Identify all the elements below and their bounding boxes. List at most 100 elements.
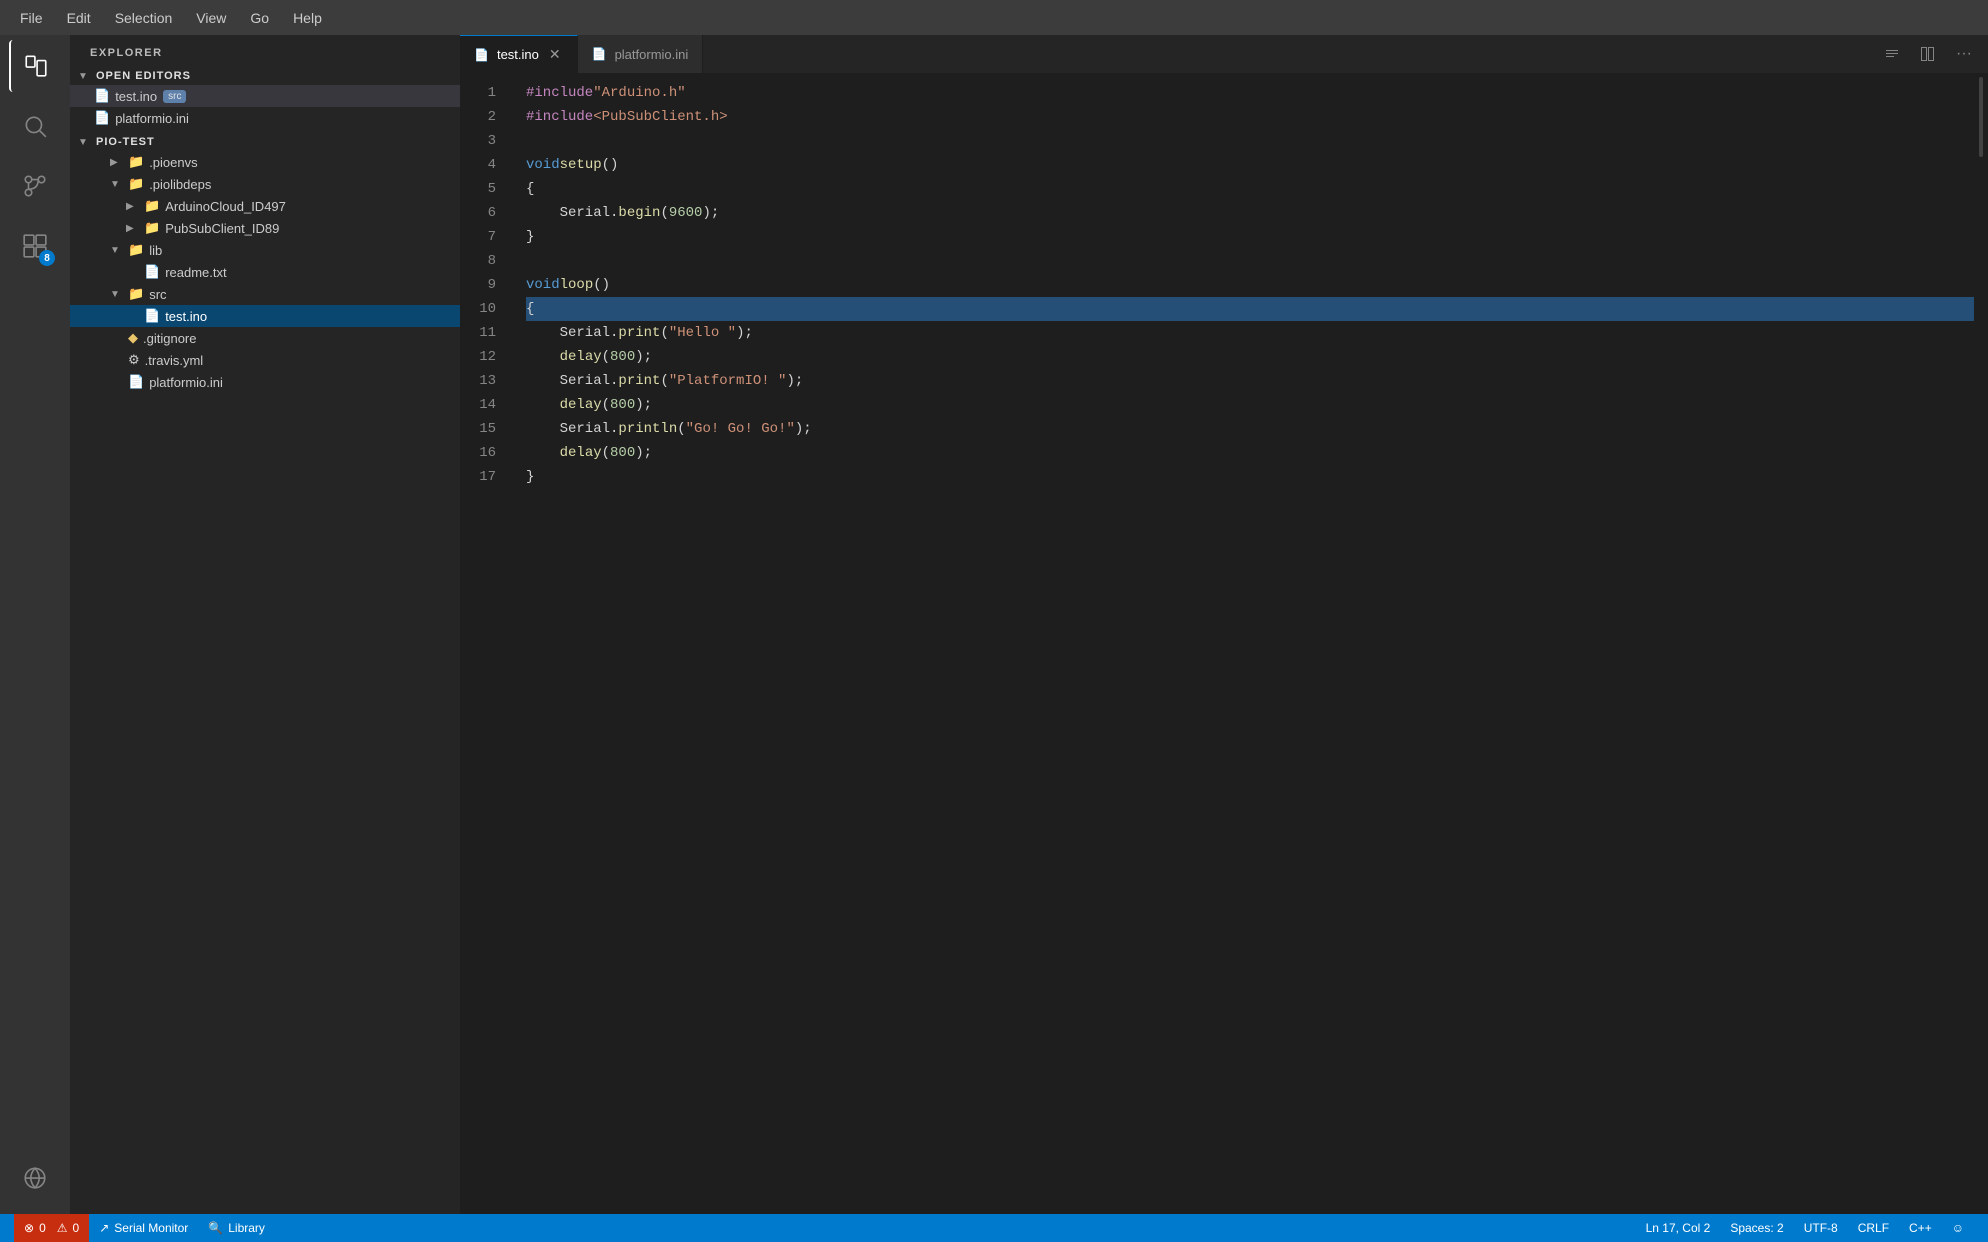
tab-actions: ··· xyxy=(1868,35,1988,73)
tab-platformio-ini[interactable]: 📄 platformio.ini xyxy=(578,35,704,73)
error-count: 0 xyxy=(39,1221,46,1235)
status-smiley[interactable]: ☺ xyxy=(1942,1214,1974,1242)
ellipsis-icon: ··· xyxy=(1956,45,1972,63)
split-editor-action[interactable] xyxy=(1914,40,1942,68)
search-status-icon: 🔍 xyxy=(208,1221,223,1235)
warning-icon: ⚠ xyxy=(57,1221,68,1235)
source-control-activity-icon[interactable] xyxy=(9,160,61,212)
serial-monitor-icon: ↗ xyxy=(99,1221,109,1235)
open-editor-test-ino-name: test.ino xyxy=(115,89,157,104)
folder-icon: 📁 xyxy=(144,220,160,236)
travis-file[interactable]: ▶ ⚙ .travis.yml xyxy=(70,349,460,371)
platformio-ini-name: platformio.ini xyxy=(149,375,223,390)
search-activity-icon[interactable] xyxy=(9,100,61,152)
line-numbers: 1 2 3 4 5 6 7 8 9 10 11 12 13 14 15 16 1… xyxy=(460,73,510,1214)
open-editors-section[interactable]: ▼ OPEN EDITORS xyxy=(70,67,460,85)
tab-test-ino-close[interactable]: ✕ xyxy=(547,44,563,65)
lib-name: lib xyxy=(149,243,162,258)
status-serial-monitor[interactable]: ↗ Serial Monitor xyxy=(89,1214,198,1242)
pio-test-section[interactable]: ▼ PIO-TEST xyxy=(70,133,460,151)
main-layout: 8 EXPLORER ▼ OPEN EDITORS 📄 test.ino src… xyxy=(0,35,1988,1214)
open-editors-tab-action[interactable] xyxy=(1878,40,1906,68)
extensions-activity-icon[interactable]: 8 xyxy=(9,220,61,272)
status-language[interactable]: C++ xyxy=(1899,1214,1942,1242)
open-editor-test-ino[interactable]: 📄 test.ino src xyxy=(70,85,460,107)
code-line-13: Serial.print("PlatformIO! "); xyxy=(526,369,1974,393)
readme-file[interactable]: ▶ 📄 readme.txt xyxy=(70,261,460,283)
folder-icon: 📁 xyxy=(128,176,144,192)
arduino-cloud-name: ArduinoCloud_ID497 xyxy=(165,199,286,214)
status-library[interactable]: 🔍 Library xyxy=(198,1214,275,1242)
menu-help[interactable]: Help xyxy=(283,6,332,30)
code-line-16: delay(800); xyxy=(526,441,1974,465)
code-line-2: #include <PubSubClient.h> xyxy=(526,105,1974,129)
status-position[interactable]: Ln 17, Col 2 xyxy=(1636,1214,1721,1242)
status-spaces[interactable]: Spaces: 2 xyxy=(1720,1214,1793,1242)
status-line-ending[interactable]: CRLF xyxy=(1848,1214,1899,1242)
src-folder[interactable]: ▼ 📁 src xyxy=(70,283,460,305)
pubsubclient-folder[interactable]: ▶ 📁 PubSubClient_ID89 xyxy=(70,217,460,239)
library-label: Library xyxy=(228,1221,265,1235)
extensions-badge: 8 xyxy=(39,250,55,266)
menu-go[interactable]: Go xyxy=(240,6,279,30)
explorer-activity-icon[interactable] xyxy=(9,40,61,92)
code-line-8 xyxy=(526,249,1974,273)
pubsubclient-name: PubSubClient_ID89 xyxy=(165,221,279,236)
spaces-label: Spaces: 2 xyxy=(1730,1221,1783,1235)
lib-folder[interactable]: ▼ 📁 lib xyxy=(70,239,460,261)
pio-test-label: PIO-TEST xyxy=(96,136,155,148)
src-tag: src xyxy=(163,90,186,103)
status-errors[interactable]: ⊗ 0 ⚠ 0 xyxy=(14,1214,89,1242)
more-actions[interactable]: ··· xyxy=(1950,40,1978,68)
sidebar-header: EXPLORER xyxy=(70,35,460,67)
code-line-14: delay(800); xyxy=(526,393,1974,417)
remote-activity-icon[interactable] xyxy=(9,1152,61,1204)
platformio-ini-file[interactable]: ▶ 📄 platformio.ini xyxy=(70,371,460,393)
lib-chevron: ▼ xyxy=(110,245,126,256)
diamond-icon: ◆ xyxy=(128,330,138,346)
code-line-10: { xyxy=(526,297,1974,321)
gitignore-file[interactable]: ▶ ◆ .gitignore xyxy=(70,327,460,349)
tab-test-ino[interactable]: 📄 test.ino ✕ xyxy=(460,35,578,73)
menu-file[interactable]: File xyxy=(10,6,53,30)
arduino-cloud-folder[interactable]: ▶ 📁 ArduinoCloud_ID497 xyxy=(70,195,460,217)
tab-test-ino-icon: 📄 xyxy=(474,48,489,62)
sidebar: EXPLORER ▼ OPEN EDITORS 📄 test.ino src 📄… xyxy=(70,35,460,1214)
encoding-label: UTF-8 xyxy=(1804,1221,1838,1235)
file-icon: 📄 xyxy=(94,88,110,104)
line-ending-label: CRLF xyxy=(1858,1221,1889,1235)
scrollbar[interactable] xyxy=(1974,73,1988,1214)
error-icon: ⊗ xyxy=(24,1221,34,1235)
file-icon: 📄 xyxy=(144,308,160,324)
folder-icon: 📁 xyxy=(128,286,144,302)
src-test-ino-name: test.ino xyxy=(165,309,207,324)
tab-platformio-ini-label: platformio.ini xyxy=(615,47,689,62)
code-editor[interactable]: #include "Arduino.h" #include <PubSubCli… xyxy=(510,73,1974,1214)
piolibdeps-folder[interactable]: ▼ 📁 .piolibdeps xyxy=(70,173,460,195)
code-line-5: { xyxy=(526,177,1974,201)
gitignore-name: .gitignore xyxy=(143,331,196,346)
pioenvs-name: .pioenvs xyxy=(149,155,197,170)
folder-icon: 📁 xyxy=(128,154,144,170)
menu-view[interactable]: View xyxy=(186,6,236,30)
open-editor-platformio-ini-name: platformio.ini xyxy=(115,111,189,126)
readme-name: readme.txt xyxy=(165,265,226,280)
serial-monitor-label: Serial Monitor xyxy=(114,1221,188,1235)
status-encoding[interactable]: UTF-8 xyxy=(1794,1214,1848,1242)
open-editor-platformio-ini[interactable]: 📄 platformio.ini xyxy=(70,107,460,129)
pioenvs-folder[interactable]: ▶ 📁 .pioenvs xyxy=(70,151,460,173)
tabs-bar: 📄 test.ino ✕ 📄 platformio.ini xyxy=(460,35,1988,73)
menu-selection[interactable]: Selection xyxy=(105,6,183,30)
file-icon: 📄 xyxy=(94,110,110,126)
code-line-3 xyxy=(526,129,1974,153)
editor-content: 1 2 3 4 5 6 7 8 9 10 11 12 13 14 15 16 1… xyxy=(460,73,1988,1214)
src-test-ino-file[interactable]: ▶ 📄 test.ino xyxy=(70,305,460,327)
code-line-9: void loop() xyxy=(526,273,1974,297)
menu-edit[interactable]: Edit xyxy=(57,6,101,30)
open-editors-label: OPEN EDITORS xyxy=(96,70,191,82)
piolibdeps-chevron: ▼ xyxy=(110,179,126,190)
pubsubclient-chevron: ▶ xyxy=(126,223,142,234)
code-line-11: Serial.print("Hello "); xyxy=(526,321,1974,345)
travis-name: .travis.yml xyxy=(145,353,204,368)
menu-bar: File Edit Selection View Go Help xyxy=(0,0,1988,35)
